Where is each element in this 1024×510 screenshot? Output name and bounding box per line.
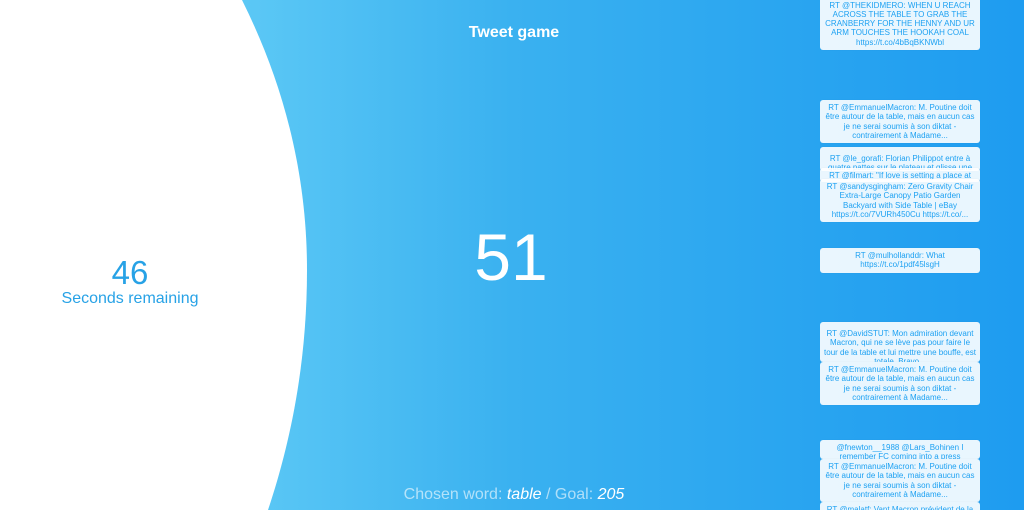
goal-value: 205 [597,486,625,503]
timer-label: Seconds remaining [61,290,199,307]
tweet-card: RT @malatf: Vant Macron prévident de la [820,502,980,510]
tweet-card: RT @EmmanuelMacron: M. Poutine doit être… [820,459,980,503]
goal-label: Goal: [554,486,594,503]
tweet-card: RT @sandysgingham: Zero Gravity Chair Ex… [820,179,980,223]
game-stage: 46 Seconds remaining Tweet game 51 Chose… [0,0,1024,510]
tweet-card: RT @DavidSTUT: Mon admiration devant Mac… [820,322,980,362]
tweet-card: RT @THEKIDMERO: WHEN U REACH ACROSS THE … [820,0,980,50]
goal-separator: / [546,486,551,503]
tweet-card: RT @EmmanuelMacron: M. Poutine doit être… [820,100,980,144]
tweet-card: RT @mulhollanddr: What https://t.co/1pdf… [820,248,980,273]
tweet-card: @fnewton__1988 @Lars_Bohinen I remember … [820,440,980,459]
chosen-word-label: Chosen word: [403,486,503,503]
chosen-word: table [506,486,542,503]
tweet-card: RT @EmmanuelMacron: M. Poutine doit être… [820,362,980,406]
tweet-feed: RT @THEKIDMERO: WHEN U REACH ACROSS THE … [820,0,980,510]
